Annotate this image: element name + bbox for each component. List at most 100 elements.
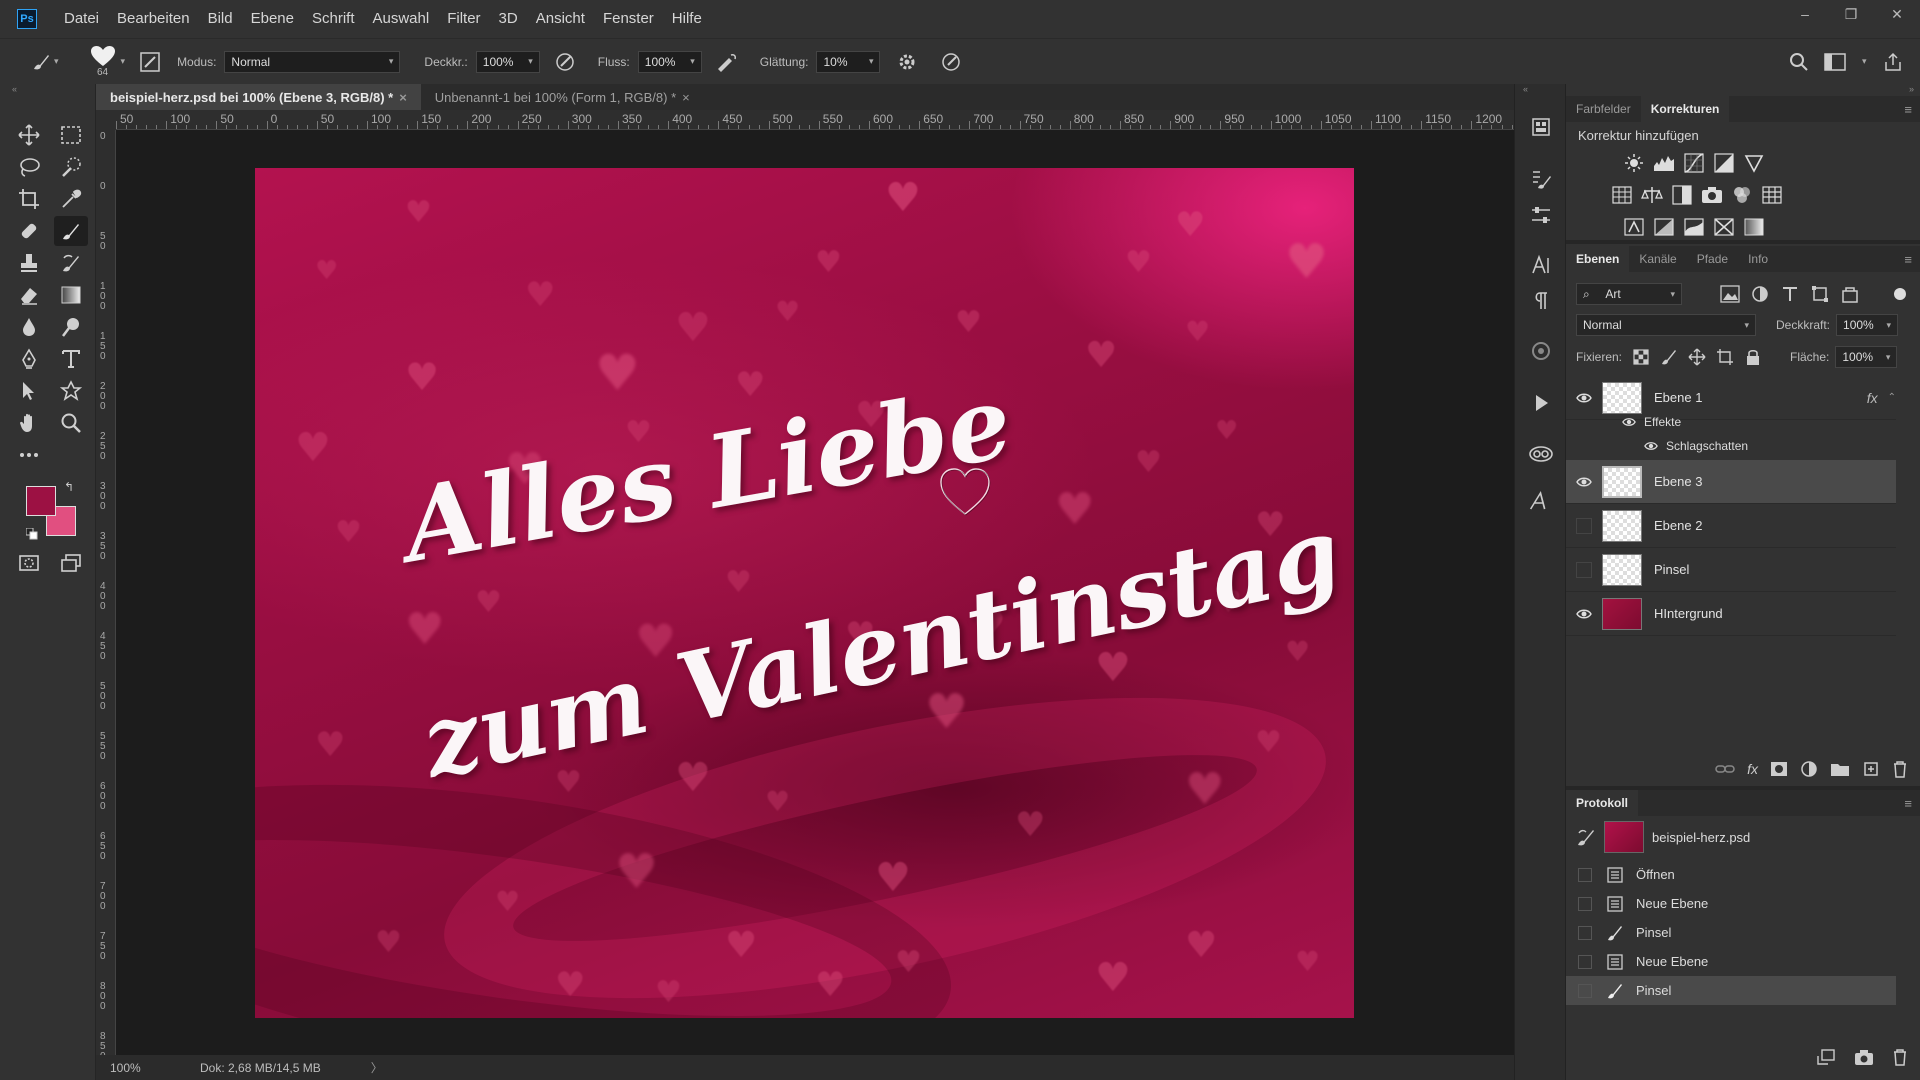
history-item[interactable]: Öffnen bbox=[1566, 860, 1896, 889]
filter-adjustment-icon[interactable] bbox=[1750, 285, 1770, 303]
healing-brush-tool-icon[interactable] bbox=[12, 216, 46, 246]
exposure-icon[interactable] bbox=[1712, 151, 1736, 175]
folder-icon[interactable] bbox=[1830, 761, 1850, 777]
path-selection-tool-icon[interactable] bbox=[12, 376, 46, 406]
gear-icon[interactable] bbox=[894, 49, 920, 75]
share-icon[interactable] bbox=[1880, 49, 1906, 75]
custom-shape-tool-icon[interactable] bbox=[54, 376, 88, 406]
dodge-tool-icon[interactable] bbox=[54, 312, 88, 342]
character-panel-icon[interactable] bbox=[1528, 252, 1554, 278]
tab-ebenen[interactable]: Ebenen bbox=[1566, 246, 1630, 272]
filter-type-icon[interactable] bbox=[1780, 285, 1800, 303]
layer-filter-select[interactable]: ⌕ Art ▾ bbox=[1576, 283, 1682, 305]
visibility-toggle[interactable] bbox=[1570, 504, 1598, 548]
collapse-strip-icon[interactable]: « bbox=[1523, 84, 1528, 94]
tab-pfade[interactable]: Pfade bbox=[1687, 246, 1738, 272]
history-brush-tool-icon[interactable] bbox=[54, 248, 88, 278]
modus-select[interactable]: Normal ▾ bbox=[224, 50, 401, 73]
chevron-up-icon[interactable]: ⌃ bbox=[1888, 392, 1896, 403]
link-icon[interactable] bbox=[1715, 761, 1735, 777]
visibility-toggle[interactable] bbox=[1570, 376, 1598, 420]
stamp-tool-icon[interactable] bbox=[12, 248, 46, 278]
fx-icon[interactable]: fx bbox=[1747, 761, 1758, 777]
airbrush-icon[interactable] bbox=[714, 49, 740, 75]
lock-pixels-icon[interactable] bbox=[1660, 348, 1678, 366]
menu-ebene[interactable]: Ebene bbox=[242, 0, 303, 38]
visibility-toggle[interactable] bbox=[1570, 592, 1598, 636]
menu-ansicht[interactable]: Ansicht bbox=[527, 0, 594, 38]
ruler-corner[interactable] bbox=[96, 110, 116, 130]
tab-info[interactable]: Info bbox=[1738, 246, 1778, 272]
screen-mode-icon[interactable] bbox=[54, 548, 88, 578]
deckkraft-input[interactable]: 100% ▾ bbox=[475, 50, 540, 73]
play-icon[interactable] bbox=[1528, 390, 1554, 416]
lock-artboard-icon[interactable] bbox=[1716, 348, 1734, 366]
brightness-icon[interactable] bbox=[1622, 151, 1646, 175]
fluss-input[interactable]: 100% ▾ bbox=[637, 50, 702, 73]
fx-badge[interactable]: fx bbox=[1867, 390, 1878, 406]
pressure-size-icon[interactable] bbox=[938, 49, 964, 75]
brush-size-picker[interactable]: 64 bbox=[89, 45, 117, 78]
brush-tool-icon[interactable] bbox=[54, 216, 88, 246]
mask-icon[interactable] bbox=[1770, 761, 1788, 777]
blur-tool-icon[interactable] bbox=[12, 312, 46, 342]
pen-tool-icon[interactable] bbox=[12, 344, 46, 374]
filter-pixel-icon[interactable] bbox=[1720, 285, 1740, 303]
actions-target-icon[interactable] bbox=[1528, 338, 1554, 364]
color-balance-icon[interactable] bbox=[1640, 183, 1664, 207]
gradient-map-icon[interactable] bbox=[1742, 215, 1766, 239]
close-window-button[interactable]: ✕ bbox=[1874, 0, 1920, 28]
layer-row-hintergrund[interactable]: HIntergrund bbox=[1566, 592, 1896, 636]
history-source-checkbox[interactable] bbox=[1578, 925, 1592, 940]
menu-bild[interactable]: Bild bbox=[199, 0, 242, 38]
adjustments-sliders-icon[interactable] bbox=[1528, 202, 1554, 228]
filter-toggle[interactable] bbox=[1894, 288, 1906, 300]
move-tool-icon[interactable] bbox=[12, 120, 46, 150]
panel-menu-icon[interactable]: ≡ bbox=[1904, 252, 1912, 267]
menu-fenster[interactable]: Fenster bbox=[594, 0, 663, 38]
lasso-tool-icon[interactable] bbox=[12, 152, 46, 182]
swap-colors-icon[interactable]: ↰ bbox=[64, 480, 74, 494]
visibility-toggle[interactable] bbox=[1570, 548, 1598, 592]
lock-transparent-icon[interactable] bbox=[1632, 348, 1650, 366]
eyedropper-tool-icon[interactable] bbox=[54, 184, 88, 214]
menu-hilfe[interactable]: Hilfe bbox=[663, 0, 711, 38]
close-icon[interactable]: × bbox=[399, 90, 407, 105]
status-arrow-icon[interactable]: 〉 bbox=[371, 1059, 383, 1076]
filter-smart-object-icon[interactable] bbox=[1840, 285, 1860, 303]
effect-drop-shadow-row[interactable]: Schlagschatten bbox=[1644, 434, 1748, 458]
posterize-icon[interactable] bbox=[1652, 215, 1676, 239]
zoom-tool-icon[interactable] bbox=[54, 408, 88, 438]
hand-tool-icon[interactable] bbox=[12, 408, 46, 438]
history-snapshot-row[interactable]: beispiel-herz.psd bbox=[1566, 818, 1896, 856]
black-white-icon[interactable] bbox=[1670, 183, 1694, 207]
levels-icon[interactable] bbox=[1652, 151, 1676, 175]
brush-preset-caret[interactable]: ▾ bbox=[54, 56, 59, 67]
brush-settings-icon[interactable] bbox=[137, 49, 163, 75]
opacity-input[interactable]: 100% ▾ bbox=[1836, 314, 1899, 336]
history-source-checkbox[interactable] bbox=[1578, 867, 1592, 882]
camera-icon[interactable] bbox=[1854, 1048, 1874, 1066]
workspace-icon[interactable] bbox=[1822, 49, 1848, 75]
more-tools-icon[interactable] bbox=[12, 440, 46, 470]
gradient-tool-icon[interactable] bbox=[54, 280, 88, 310]
maximize-button[interactable]: ❐ bbox=[1828, 0, 1874, 28]
history-item[interactable]: Neue Ebene bbox=[1566, 947, 1896, 976]
history-item-selected[interactable]: Pinsel bbox=[1566, 976, 1896, 1005]
eye-icon[interactable] bbox=[1622, 415, 1636, 429]
effects-row[interactable]: Effekte bbox=[1622, 410, 1681, 434]
history-source-checkbox[interactable] bbox=[1578, 896, 1592, 911]
document-canvas[interactable]: ♥ ♥ ♥ ♥ ♥ ♥ ♥ ♥ ♥ ♥ ♥ ♥ ♥ ♥ ♥ ♥ ♥ ♥ ♥ ♥ ♥ ♥ ♥ ♥ ♥ ♥ ♥ ♥ ♥ ♥ ♥ ♥ ♥ ♥ ♥ ♥ ♥ ♥ ♥ ♥… bbox=[255, 168, 1354, 1018]
photo-filter-icon[interactable] bbox=[1700, 183, 1724, 207]
menu-filter[interactable]: Filter bbox=[438, 0, 489, 38]
history-source-checkbox[interactable] bbox=[1578, 954, 1592, 969]
new-layer-icon[interactable] bbox=[1862, 760, 1880, 778]
hue-saturation-icon[interactable] bbox=[1610, 183, 1634, 207]
history-item[interactable]: Pinsel bbox=[1566, 918, 1896, 947]
close-icon[interactable]: × bbox=[682, 90, 690, 105]
blend-mode-select[interactable]: Normal ▾ bbox=[1576, 314, 1756, 336]
panel-collapse-icon[interactable]: « bbox=[0, 84, 95, 94]
eye-icon[interactable] bbox=[1644, 439, 1658, 453]
invert-icon[interactable] bbox=[1622, 215, 1646, 239]
lock-position-icon[interactable] bbox=[1688, 348, 1706, 366]
